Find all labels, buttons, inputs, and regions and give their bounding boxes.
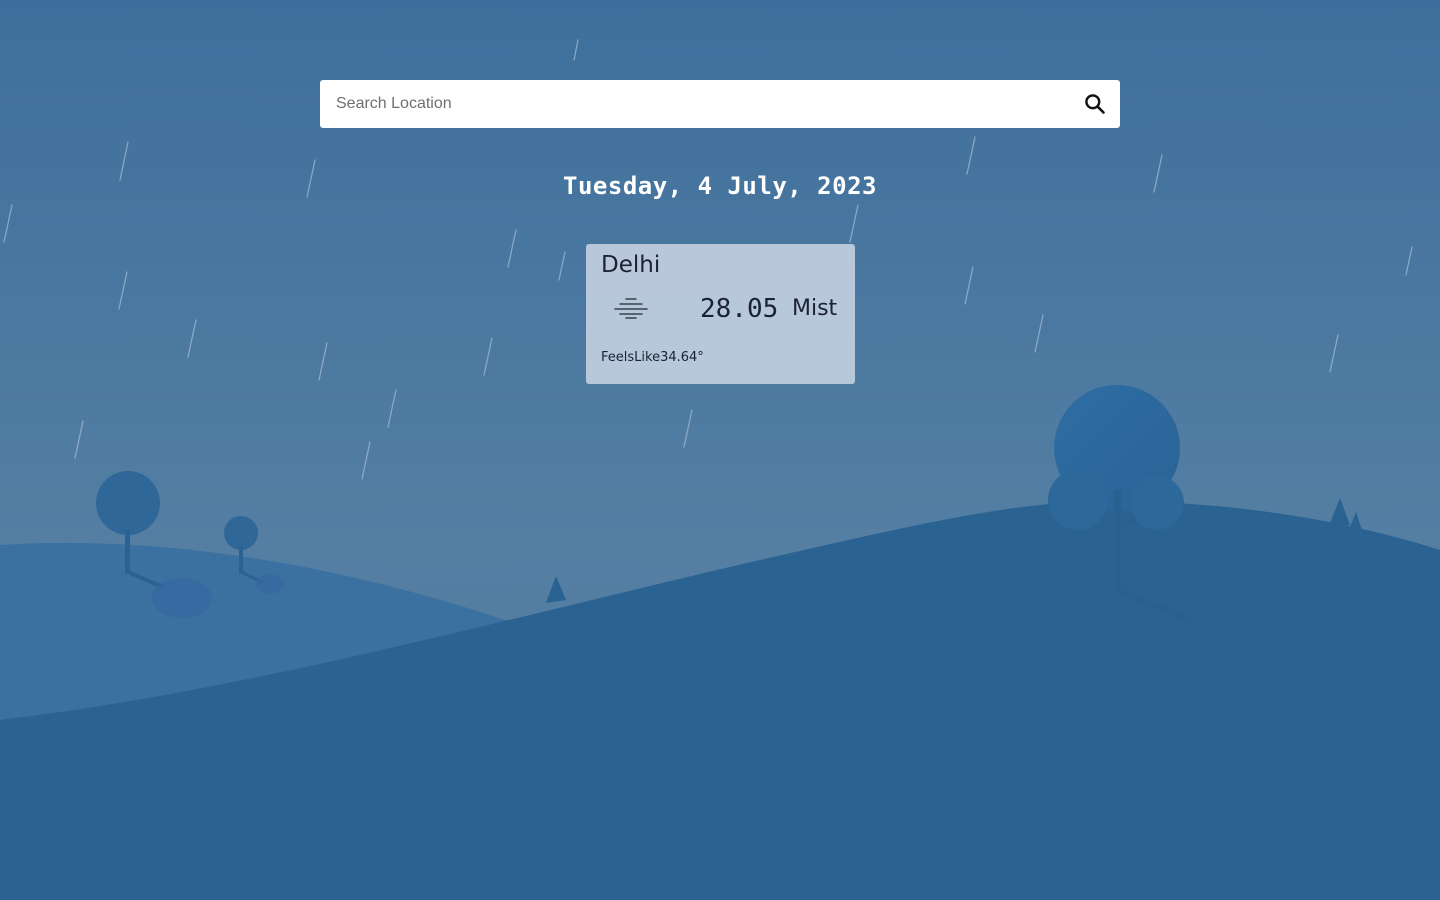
rain-drop (507, 229, 517, 268)
rainy-landscape-background (0, 39, 1440, 900)
pine-spike (1348, 512, 1362, 532)
rain-drop (558, 251, 566, 281)
rain-drop (573, 39, 579, 61)
rain-drop (483, 337, 493, 376)
rain-drop (118, 271, 128, 310)
temperature: 28.05 (700, 294, 779, 324)
rain-drop (849, 204, 859, 243)
rain-drop (683, 409, 693, 448)
weather-condition: Mist (792, 296, 838, 321)
pine-spike (1328, 498, 1350, 528)
weather-card: Delhi 28.05 Mist FeelsLike34.64° (586, 244, 855, 384)
feels-like: FeelsLike34.64° (601, 350, 704, 365)
pine-spike (546, 576, 566, 603)
rain-drop (1405, 246, 1413, 276)
rain-drop (3, 204, 13, 243)
rain-drop (964, 266, 974, 305)
rain-drop (966, 136, 976, 175)
city-name: Delhi (601, 252, 661, 278)
current-date: Tuesday, 4 July, 2023 (563, 172, 877, 200)
rain-drop (1034, 314, 1044, 353)
rain-drop (74, 420, 84, 459)
rain-drop (1329, 334, 1339, 373)
rain-drop (187, 319, 197, 358)
rain-drop (318, 342, 328, 381)
search-bar (320, 80, 1120, 128)
search-input[interactable] (320, 80, 1070, 128)
rain-drop (387, 389, 397, 428)
mist-icon (614, 298, 648, 319)
rain-drop (361, 441, 371, 480)
search-icon (1085, 94, 1105, 114)
search-button[interactable] (1084, 93, 1106, 115)
